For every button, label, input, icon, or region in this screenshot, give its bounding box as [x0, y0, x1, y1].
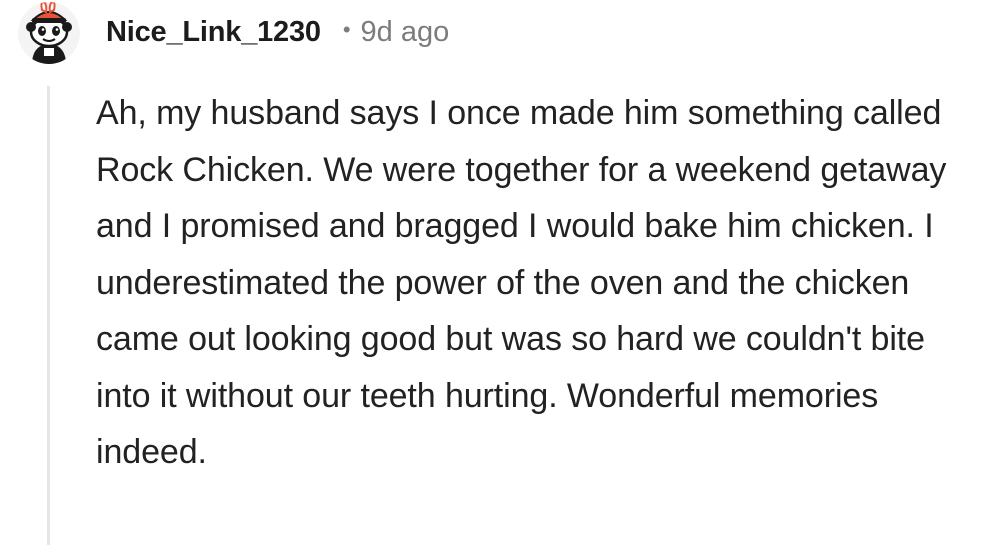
comment-header: Nice_Link_1230 • 9d ago — [106, 12, 449, 52]
snoo-avatar-icon — [18, 2, 80, 64]
username-link[interactable]: Nice_Link_1230 — [106, 16, 321, 49]
user-avatar[interactable] — [18, 2, 80, 64]
comment-body: Ah, my husband says I once made him some… — [96, 94, 947, 471]
timestamp: 9d ago — [360, 15, 450, 48]
thread-line[interactable] — [47, 86, 50, 545]
comment: Nice_Link_1230 • 9d ago Ah, my husband s… — [0, 0, 996, 545]
meta-separator: • — [342, 17, 351, 42]
